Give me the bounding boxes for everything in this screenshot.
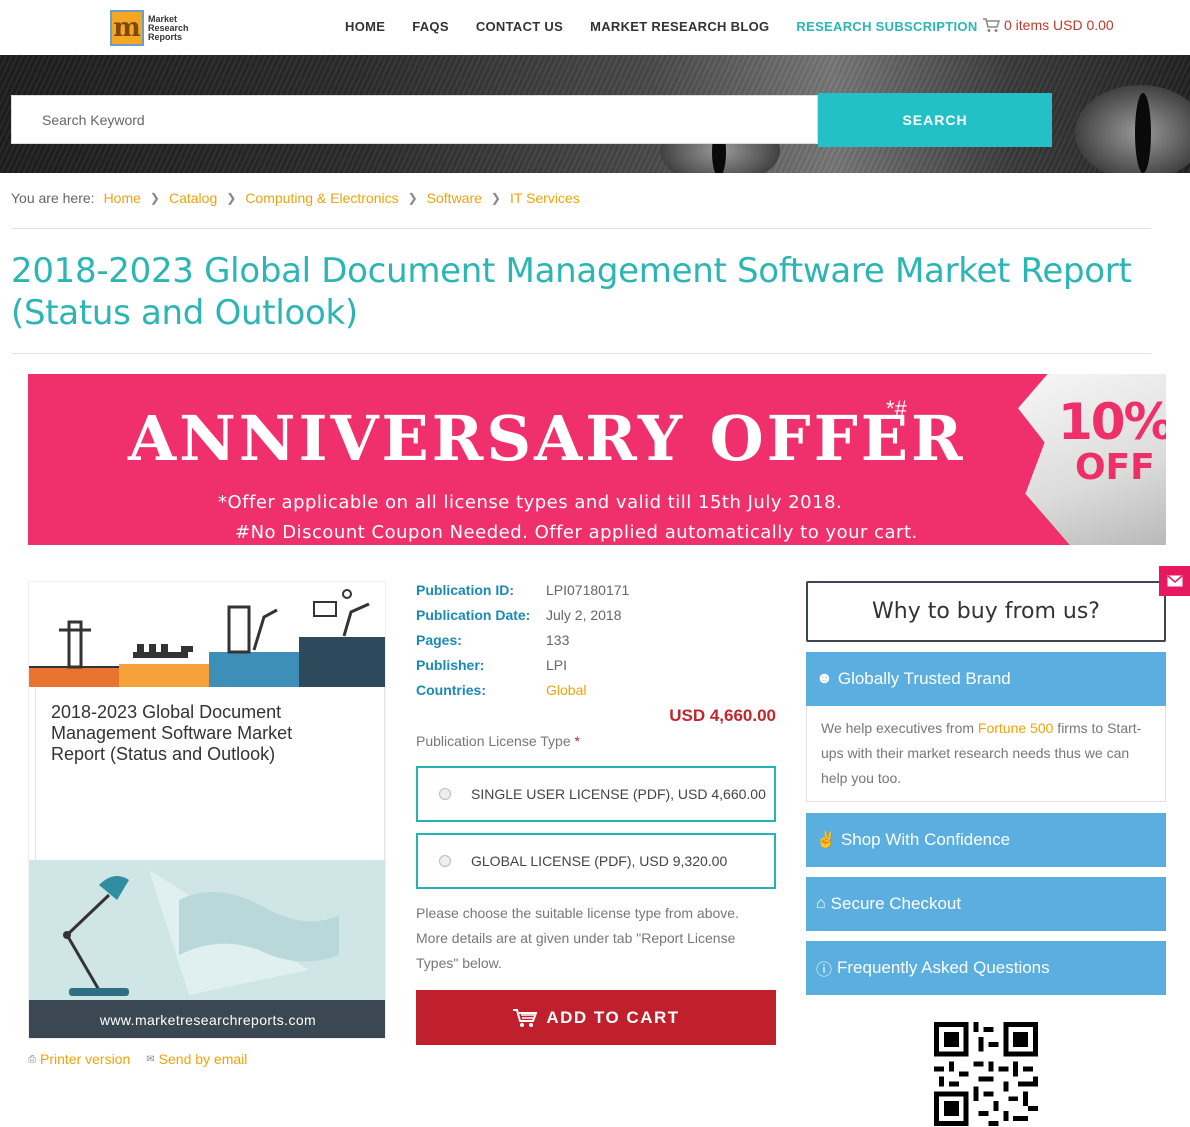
search-input[interactable]: Search Keyword — [11, 95, 818, 144]
publication-meta: Publication ID: LPI07180171 Publication D… — [416, 582, 629, 707]
cart-text: 0 items USD 0.00 — [1004, 17, 1114, 33]
printer-version-link[interactable]: ⎙ Printer version — [28, 1051, 130, 1067]
accordion-globally-trusted-brand[interactable]: ☻ Globally Trusted Brand — [806, 652, 1166, 706]
nav-research-subscription[interactable]: RESEARCH SUBSCRIPTION — [796, 19, 977, 34]
breadcrumb-home[interactable]: Home — [104, 190, 141, 206]
lamp-icon — [63, 870, 339, 996]
site-header: m Market Research Reports HOME FAQS CONT… — [0, 0, 1190, 55]
nav-market-research-blog[interactable]: MARKET RESEARCH BLOG — [590, 19, 769, 34]
product-tools: ⎙ Printer version ✉ Send by email — [28, 1051, 263, 1067]
send-by-email-link[interactable]: ✉ Send by email — [146, 1051, 247, 1067]
printer-icon: ⎙ — [28, 1053, 36, 1065]
add-to-cart-button[interactable]: ADD TO CART — [416, 990, 776, 1045]
product-image: 2018-2023 Global Document Management Sof… — [28, 581, 386, 1039]
meta-row: Countries: Global — [416, 682, 629, 707]
license-option-label: SINGLE USER LICENSE (PDF), USD 4,660.00 — [471, 786, 766, 802]
envelope-icon: ✉ — [146, 1053, 155, 1065]
add-to-cart-label: ADD TO CART — [546, 1007, 680, 1027]
main-nav: HOME FAQS CONTACT US MARKET RESEARCH BLO… — [345, 19, 1005, 34]
license-option-single-user[interactable]: SINGLE USER LICENSE (PDF), USD 4,660.00 — [416, 766, 776, 822]
meta-row: Pages: 133 — [416, 632, 570, 648]
discount-badge: 10% OFF — [1058, 393, 1166, 488]
countries-link[interactable]: Global — [546, 682, 586, 707]
breadcrumb-prefix: You are here: — [11, 190, 95, 206]
offer-banner[interactable]: ANNIVERSARY OFFER *# *Offer applicable o… — [28, 374, 1166, 545]
product-caption: 2018-2023 Global Document Management Sof… — [51, 702, 293, 764]
users-icon: ☻ — [816, 670, 833, 687]
radio-button[interactable] — [439, 855, 451, 867]
logo-mark: m — [110, 10, 144, 46]
license-option-global[interactable]: GLOBAL LICENSE (PDF), USD 9,320.00 — [416, 833, 776, 889]
accordion-faq[interactable]: ⓘ Frequently Asked Questions — [806, 941, 1166, 995]
envelope-icon — [1167, 575, 1182, 587]
thumbs-up-icon: ✌ — [816, 832, 836, 849]
chevron-right-icon: ❯ — [149, 191, 160, 205]
why-buy-heading: Why to buy from us? — [806, 581, 1166, 642]
offer-line-2: #No Discount Coupon Needed. Offer applie… — [235, 522, 918, 543]
chevron-right-icon: ❯ — [407, 191, 418, 205]
accordion-secure-checkout[interactable]: ⌂ Secure Checkout — [806, 877, 1166, 931]
cart-summary[interactable]: 0 items USD 0.00 — [982, 17, 1114, 33]
cart-icon — [513, 1008, 538, 1027]
radio-button[interactable] — [439, 788, 451, 800]
accordion-shop-with-confidence[interactable]: ✌ Shop With Confidence — [806, 813, 1166, 867]
breadcrumb-computing[interactable]: Computing & Electronics — [245, 190, 398, 206]
offer-headline: ANNIVERSARY OFFER — [128, 402, 966, 475]
license-type-label: Publication License Type * — [416, 733, 580, 749]
offer-mark: *# — [886, 396, 907, 421]
nav-contact-us[interactable]: CONTACT US — [476, 19, 563, 34]
chevron-right-icon: ❯ — [226, 191, 237, 205]
page-title: 2018-2023 Global Document Management Sof… — [11, 251, 1132, 333]
offer-line-1: *Offer applicable on all license types a… — [218, 492, 843, 513]
meta-row: Publication ID: LPI07180171 — [416, 582, 630, 598]
chevron-right-icon: ❯ — [490, 191, 501, 205]
license-note: Please choose the suitable license type … — [416, 905, 739, 971]
site-logo[interactable]: m Market Research Reports — [110, 9, 200, 47]
question-circle-icon: ⓘ — [816, 962, 833, 979]
qr-code — [934, 1022, 1038, 1126]
license-option-label: GLOBAL LICENSE (PDF), USD 9,320.00 — [471, 853, 728, 869]
meta-row: Publisher: LPI — [416, 657, 568, 673]
nav-faqs[interactable]: FAQS — [412, 19, 449, 34]
search-button[interactable]: SEARCH — [818, 93, 1052, 147]
breadcrumb-catalog[interactable]: Catalog — [169, 190, 217, 206]
accordion-body: We help executives from Fortune 500 firm… — [806, 706, 1166, 802]
breadcrumb: You are here: Home ❯ Catalog ❯ Computing… — [11, 190, 580, 206]
breadcrumb-it-services[interactable]: IT Services — [510, 190, 580, 206]
meta-row: Publication Date: July 2, 2018 — [416, 607, 622, 623]
nav-home[interactable]: HOME — [345, 19, 385, 34]
divider — [11, 353, 1151, 354]
hero-pupil-right — [1135, 93, 1151, 173]
cart-icon — [983, 17, 1000, 32]
logo-text: Market Research Reports — [148, 13, 189, 42]
cart-icon: ⌂ — [816, 895, 826, 912]
product-url: www.marketresearchreports.com — [29, 1000, 385, 1038]
mail-tab-button[interactable] — [1159, 566, 1190, 596]
industry-steps-illustration — [29, 589, 385, 687]
price: USD 4,660.00 — [669, 706, 776, 725]
divider — [11, 228, 1151, 229]
breadcrumb-software[interactable]: Software — [427, 190, 482, 206]
